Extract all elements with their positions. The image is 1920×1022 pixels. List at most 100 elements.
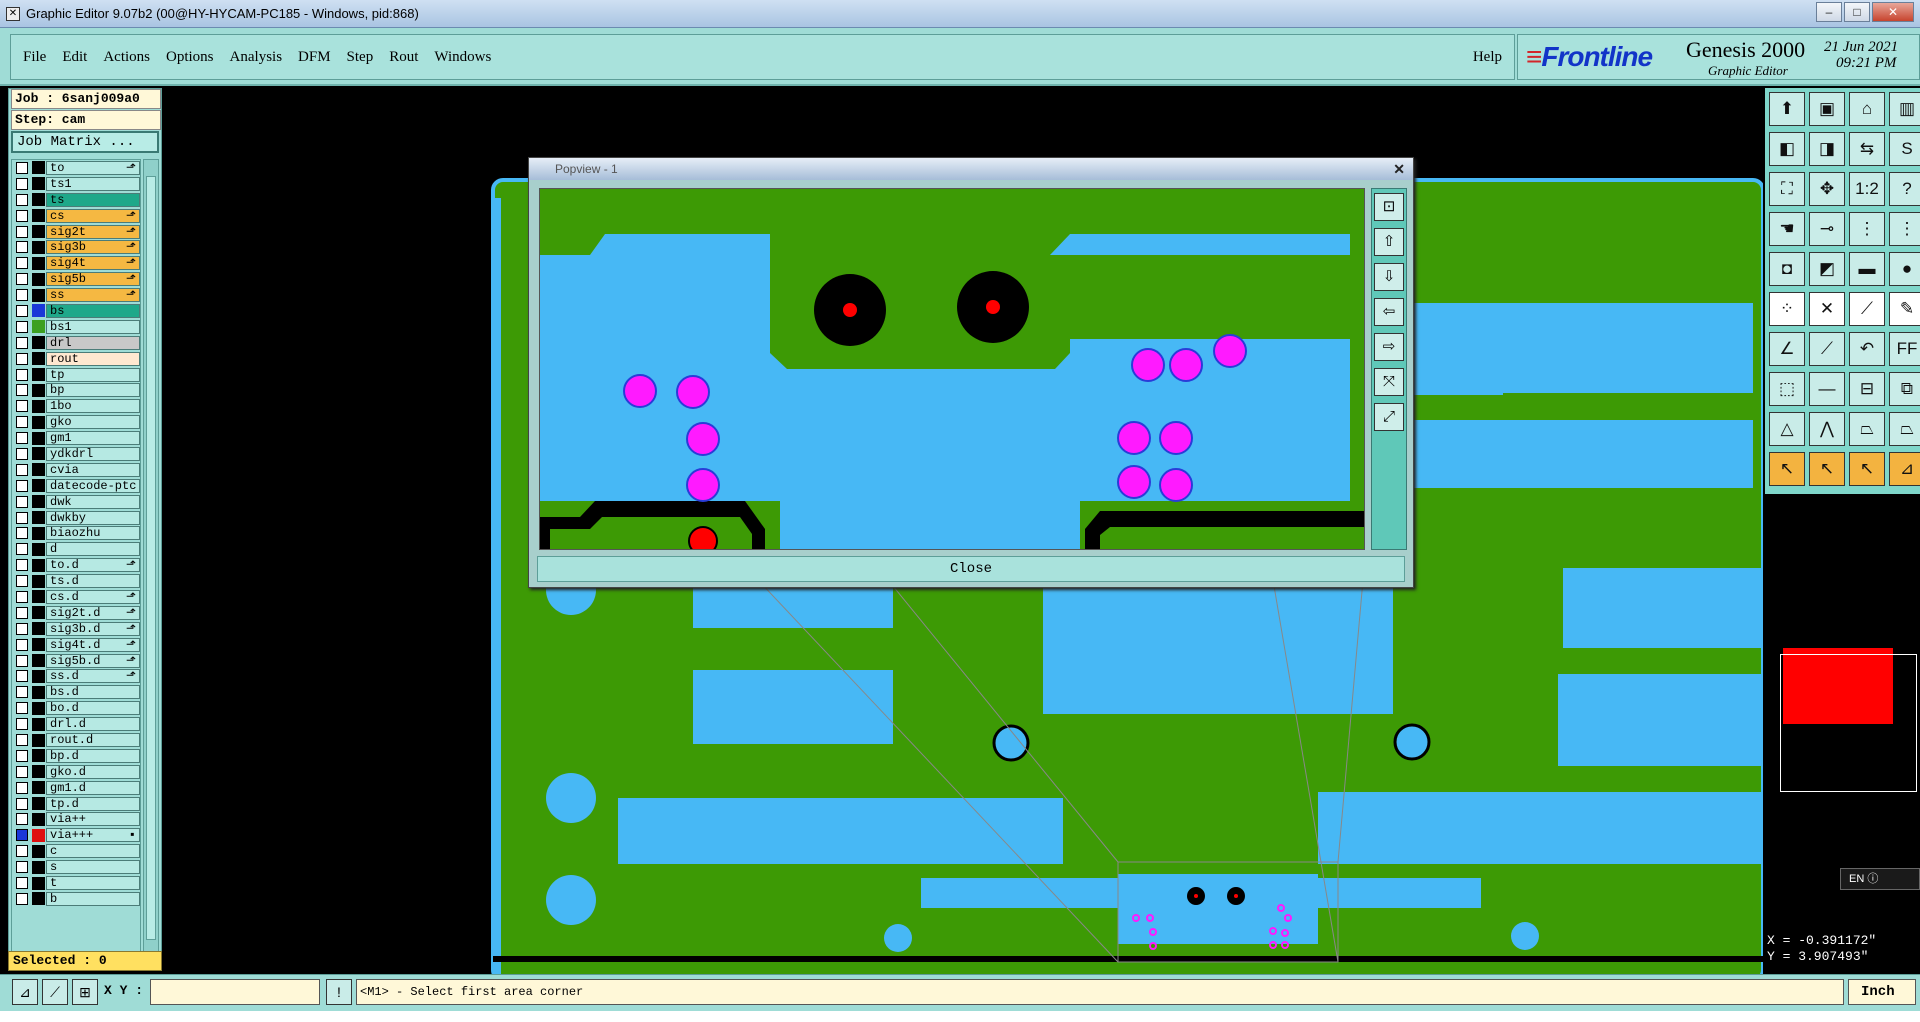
popview-close-button[interactable]: Close: [537, 556, 1405, 582]
layer-name[interactable]: b: [46, 891, 140, 906]
layer-color-swatch[interactable]: [32, 717, 45, 731]
layer-color-swatch[interactable]: [32, 511, 45, 525]
popview-canvas[interactable]: [539, 188, 1365, 550]
layer-row[interactable]: cvia: [12, 462, 140, 478]
layer-color-swatch[interactable]: [32, 574, 45, 588]
layer-row[interactable]: drl.d: [12, 716, 140, 732]
layer-name[interactable]: cs.d ⬏: [46, 589, 140, 604]
layer-row[interactable]: d: [12, 541, 140, 557]
layer-checkbox[interactable]: [16, 463, 28, 476]
layer-name[interactable]: biaozhu: [46, 526, 140, 541]
pan-down-icon[interactable]: ⇩: [1374, 263, 1404, 291]
cursor-icon[interactable]: ↖: [1769, 452, 1805, 486]
layer-name[interactable]: bs1: [46, 319, 140, 334]
layer-row[interactable]: ts1: [12, 176, 140, 192]
job-matrix-button[interactable]: Job Matrix ...: [11, 131, 159, 153]
peak-icon[interactable]: ⋀: [1809, 412, 1845, 446]
xy-input[interactable]: [150, 979, 320, 1005]
layer-name[interactable]: bo.d: [46, 701, 140, 716]
layer-color-swatch[interactable]: [32, 812, 45, 826]
zoom-fit-icon[interactable]: ⊡: [1374, 193, 1404, 221]
layer-checkbox[interactable]: [16, 225, 28, 238]
layer-color-swatch[interactable]: [32, 352, 45, 366]
layer-color-swatch[interactable]: [32, 447, 45, 461]
slash-icon[interactable]: ⟋: [1809, 332, 1845, 366]
layer-color-swatch[interactable]: [32, 542, 45, 556]
layer-row[interactable]: gko: [12, 414, 140, 430]
layer-checkbox[interactable]: [16, 638, 28, 651]
layer-color-swatch[interactable]: [32, 749, 45, 763]
layer-checkbox[interactable]: [16, 559, 28, 572]
hand-icon[interactable]: ☚: [1769, 212, 1805, 246]
layer-name[interactable]: sig2t ⬏: [46, 224, 140, 239]
cursor2-icon[interactable]: ↖: [1809, 452, 1845, 486]
layer-name[interactable]: d: [46, 542, 140, 557]
menu-help[interactable]: Help: [1473, 49, 1502, 66]
popview-close-icon[interactable]: ✕: [1393, 158, 1405, 180]
layer-scrollbar[interactable]: [143, 159, 159, 955]
cross-icon[interactable]: ✕: [1809, 292, 1845, 326]
layer-row[interactable]: bs: [12, 303, 140, 319]
layer-row[interactable]: dwkby: [12, 510, 140, 526]
layer-row[interactable]: drl: [12, 335, 140, 351]
layer-row[interactable]: sig3b ⬏: [12, 239, 140, 255]
info-icon[interactable]: !: [326, 979, 352, 1005]
fit-icon[interactable]: ⛶: [1769, 172, 1805, 206]
layer-checkbox[interactable]: [16, 892, 28, 905]
layer-checkbox[interactable]: [16, 511, 28, 524]
layer-color-swatch[interactable]: [32, 685, 45, 699]
layer-checkbox[interactable]: [16, 749, 28, 762]
house-icon[interactable]: ⌂: [1849, 92, 1885, 126]
layer-row[interactable]: to.d ⬏: [12, 557, 140, 573]
question-icon[interactable]: ?: [1889, 172, 1920, 206]
pan-left-icon[interactable]: ⇦: [1374, 298, 1404, 326]
layer-name[interactable]: ss ⬏: [46, 288, 140, 303]
layer-name[interactable]: ss.d ⬏: [46, 669, 140, 684]
layer-checkbox[interactable]: [16, 622, 28, 635]
layer-row[interactable]: sig2t.d ⬏: [12, 605, 140, 621]
layer-name[interactable]: c: [46, 844, 140, 859]
line-icon[interactable]: ⟋: [1849, 292, 1885, 326]
layer-row[interactable]: b: [12, 891, 140, 907]
menu-rout[interactable]: Rout: [389, 49, 418, 66]
corner-icon[interactable]: ◩: [1809, 252, 1845, 286]
pan-up-icon[interactable]: ⇧: [1374, 228, 1404, 256]
layer-row[interactable]: cs ⬏: [12, 208, 140, 224]
layer-row[interactable]: gm1.d: [12, 780, 140, 796]
layer-checkbox[interactable]: [16, 241, 28, 254]
measure-icon[interactable]: ⟋: [42, 979, 68, 1005]
layer-color-swatch[interactable]: [32, 526, 45, 540]
layer-icon[interactable]: ▣: [1809, 92, 1845, 126]
layer-row[interactable]: gm1: [12, 430, 140, 446]
snap-icon[interactable]: ⊿: [12, 979, 38, 1005]
layer-row[interactable]: gko.d: [12, 764, 140, 780]
layer-row[interactable]: tp: [12, 367, 140, 383]
layer-row[interactable]: rout.d: [12, 732, 140, 748]
layer-name[interactable]: via+++ ▪: [46, 828, 140, 843]
layer-color-swatch[interactable]: [32, 781, 45, 795]
layer-checkbox[interactable]: [16, 543, 28, 556]
layer-checkbox[interactable]: [16, 845, 28, 858]
layer-name[interactable]: to.d ⬏: [46, 558, 140, 573]
menu-windows[interactable]: Windows: [434, 49, 491, 66]
layer-row[interactable]: bo.d: [12, 700, 140, 716]
layer-name[interactable]: t: [46, 876, 140, 891]
help-icon[interactable]: ⓘ: [1867, 873, 1878, 885]
layer-checkbox[interactable]: [16, 447, 28, 460]
layer-row[interactable]: sig5b ⬏: [12, 271, 140, 287]
layer-name[interactable]: sig4t ⬏: [46, 256, 140, 271]
menu-options[interactable]: Options: [166, 49, 214, 66]
select-box-icon[interactable]: ⬚: [1769, 372, 1805, 406]
layer-color-swatch[interactable]: [32, 733, 45, 747]
layer-row[interactable]: tp.d: [12, 796, 140, 812]
arc-icon[interactable]: ↶: [1849, 332, 1885, 366]
layer-name[interactable]: ts: [46, 192, 140, 207]
layer-name[interactable]: dwkby: [46, 510, 140, 525]
layer-color-swatch[interactable]: [32, 161, 45, 175]
layer-checkbox[interactable]: [16, 590, 28, 603]
grid-view-icon[interactable]: ▥: [1889, 92, 1920, 126]
probe-icon[interactable]: ⊸: [1809, 212, 1845, 246]
layer-color-swatch[interactable]: [32, 256, 45, 270]
layer-color-swatch[interactable]: [32, 765, 45, 779]
layer-name[interactable]: cs ⬏: [46, 208, 140, 223]
